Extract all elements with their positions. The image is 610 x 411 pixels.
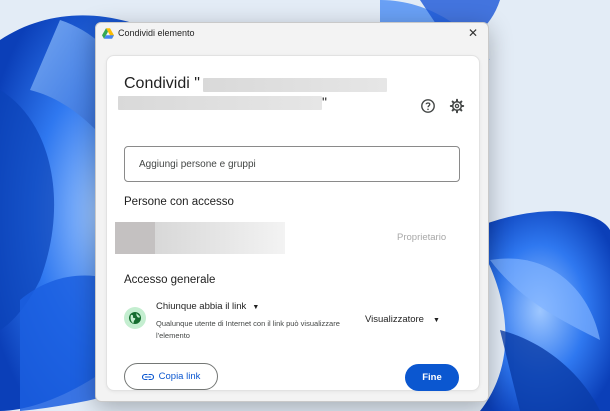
owner-role-label: Proprietario	[397, 232, 447, 243]
globe-icon	[129, 312, 141, 324]
add-people-input[interactable]	[124, 146, 460, 182]
window-title: Condividi elemento	[118, 28, 195, 38]
share-dialog: Condividi " " Perso	[106, 55, 480, 391]
globe-badge	[124, 307, 146, 329]
help-button[interactable]	[420, 98, 436, 114]
done-button[interactable]: Fine	[405, 364, 459, 391]
link-icon	[141, 373, 154, 380]
redacted-owner-name	[155, 222, 285, 254]
copy-link-button[interactable]: Copia link	[124, 363, 218, 390]
settings-button[interactable]	[449, 98, 465, 114]
help-circle-icon	[421, 99, 435, 113]
role-label: Visualizzatore	[365, 314, 424, 325]
dialog-title: Condividi "	[124, 75, 200, 92]
general-access-heading: Accesso generale	[124, 274, 216, 286]
google-drive-icon	[102, 28, 114, 39]
close-button[interactable]: ✕	[464, 25, 482, 42]
redacted-filename-line-1	[203, 78, 387, 92]
gear-icon	[449, 98, 465, 114]
chevron-down-icon: ▼	[432, 317, 440, 324]
share-window: Condividi elemento ✕ Condividi " " Aggiu…	[95, 22, 489, 402]
chevron-down-icon: ▼	[252, 304, 260, 311]
role-dropdown[interactable]: Visualizzatore ▼	[365, 314, 440, 325]
redacted-filename-line-2	[118, 96, 322, 110]
link-access-label: Chiunque abbia il link	[156, 301, 247, 312]
dialog-title-closing-quote: "	[322, 94, 327, 110]
people-with-access-heading: Persone con accesso	[124, 196, 234, 208]
avatar	[115, 222, 155, 254]
link-access-dropdown[interactable]: Chiunque abbia il link ▼	[156, 301, 259, 312]
title-bar: Condividi elemento ✕	[96, 23, 488, 44]
copy-link-label: Copia link	[158, 371, 201, 382]
link-access-description: Qualunque utente di Internet con il link…	[156, 319, 340, 340]
